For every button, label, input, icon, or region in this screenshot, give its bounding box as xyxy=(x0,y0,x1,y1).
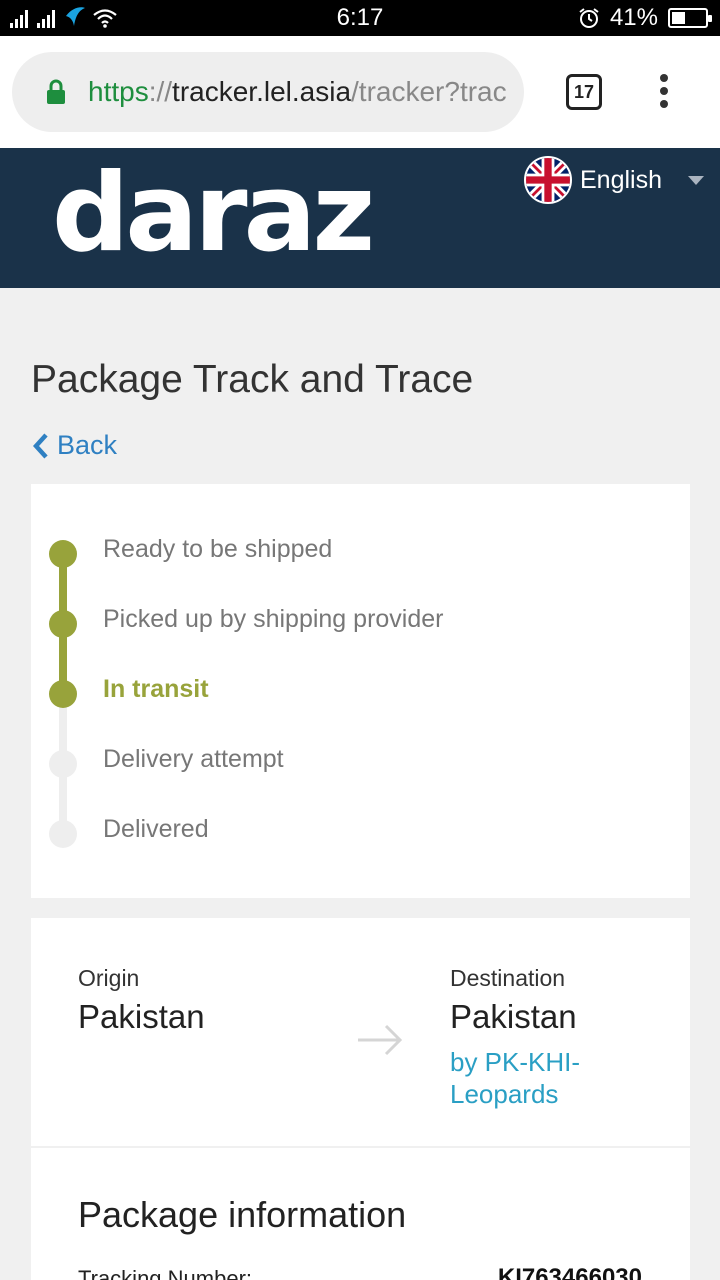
url-scheme: https xyxy=(88,76,149,107)
tracking-number-label: Tracking Number: xyxy=(78,1266,253,1280)
carrier-name: by PK-KHI-Leopards xyxy=(450,1047,581,1109)
status-icons-right: 41% xyxy=(578,4,712,32)
url-path: /tracker?trac xyxy=(351,76,507,107)
language-selector[interactable]: English xyxy=(524,156,704,204)
destination-value: Pakistan xyxy=(450,998,577,1035)
back-label: Back xyxy=(57,430,118,460)
chevron-down-icon xyxy=(688,175,704,185)
url-separator: :// xyxy=(148,76,173,107)
origin-value: Pakistan xyxy=(78,998,205,1035)
site-header: daraz English xyxy=(0,148,720,288)
overflow-menu-icon[interactable] xyxy=(654,74,674,110)
origin-label: Origin xyxy=(78,965,140,991)
tab-switcher-button[interactable]: 17 xyxy=(566,74,602,110)
lock-icon xyxy=(47,79,65,104)
browser-toolbar: https://tracker.lel.asia/tracker?trac 17 xyxy=(0,36,720,148)
timeline-step-label: In transit xyxy=(103,675,209,703)
tracking-timeline: Ready to be shipped Picked up by shippin… xyxy=(31,484,690,898)
package-info-title: Package information xyxy=(78,1194,407,1235)
timeline-step-dot xyxy=(49,610,77,638)
timeline-step-label: Ready to be shipped xyxy=(103,535,333,563)
battery-icon xyxy=(668,8,712,28)
timeline-step-label: Delivered xyxy=(103,815,209,843)
timeline-step-dot xyxy=(49,540,77,568)
back-link[interactable]: Back xyxy=(33,430,117,461)
arrow-right-icon xyxy=(358,1024,403,1056)
address-bar[interactable]: https://tracker.lel.asia/tracker?trac xyxy=(12,52,524,132)
timeline-step-dot xyxy=(49,680,77,708)
chevron-left-icon xyxy=(33,432,48,459)
alarm-icon xyxy=(579,8,599,28)
daraz-logo[interactable]: daraz xyxy=(52,160,375,268)
page-title: Package Track and Trace xyxy=(31,358,474,401)
battery-percent: 41% xyxy=(609,4,658,31)
tracking-number-value: KI763466030 xyxy=(497,1264,642,1280)
timeline-step-dot xyxy=(49,750,77,778)
package-information: Package information Tracking Number: KI7… xyxy=(31,1148,690,1280)
shipment-route: Origin Pakistan Destination Pakistan by … xyxy=(31,918,690,1146)
timeline-step-dot xyxy=(49,820,77,848)
language-label: English xyxy=(580,165,662,194)
timeline-step-label: Delivery attempt xyxy=(103,745,284,773)
status-bar: 6:17 41% xyxy=(0,0,720,36)
uk-flag-icon xyxy=(524,156,572,204)
url-host: tracker.lel.asia xyxy=(172,76,352,107)
destination-label: Destination xyxy=(450,965,566,991)
battery-level xyxy=(672,12,685,24)
timeline-step-label: Picked up by shipping provider xyxy=(103,605,444,633)
url-text: https://tracker.lel.asia/tracker?trac xyxy=(88,76,508,108)
